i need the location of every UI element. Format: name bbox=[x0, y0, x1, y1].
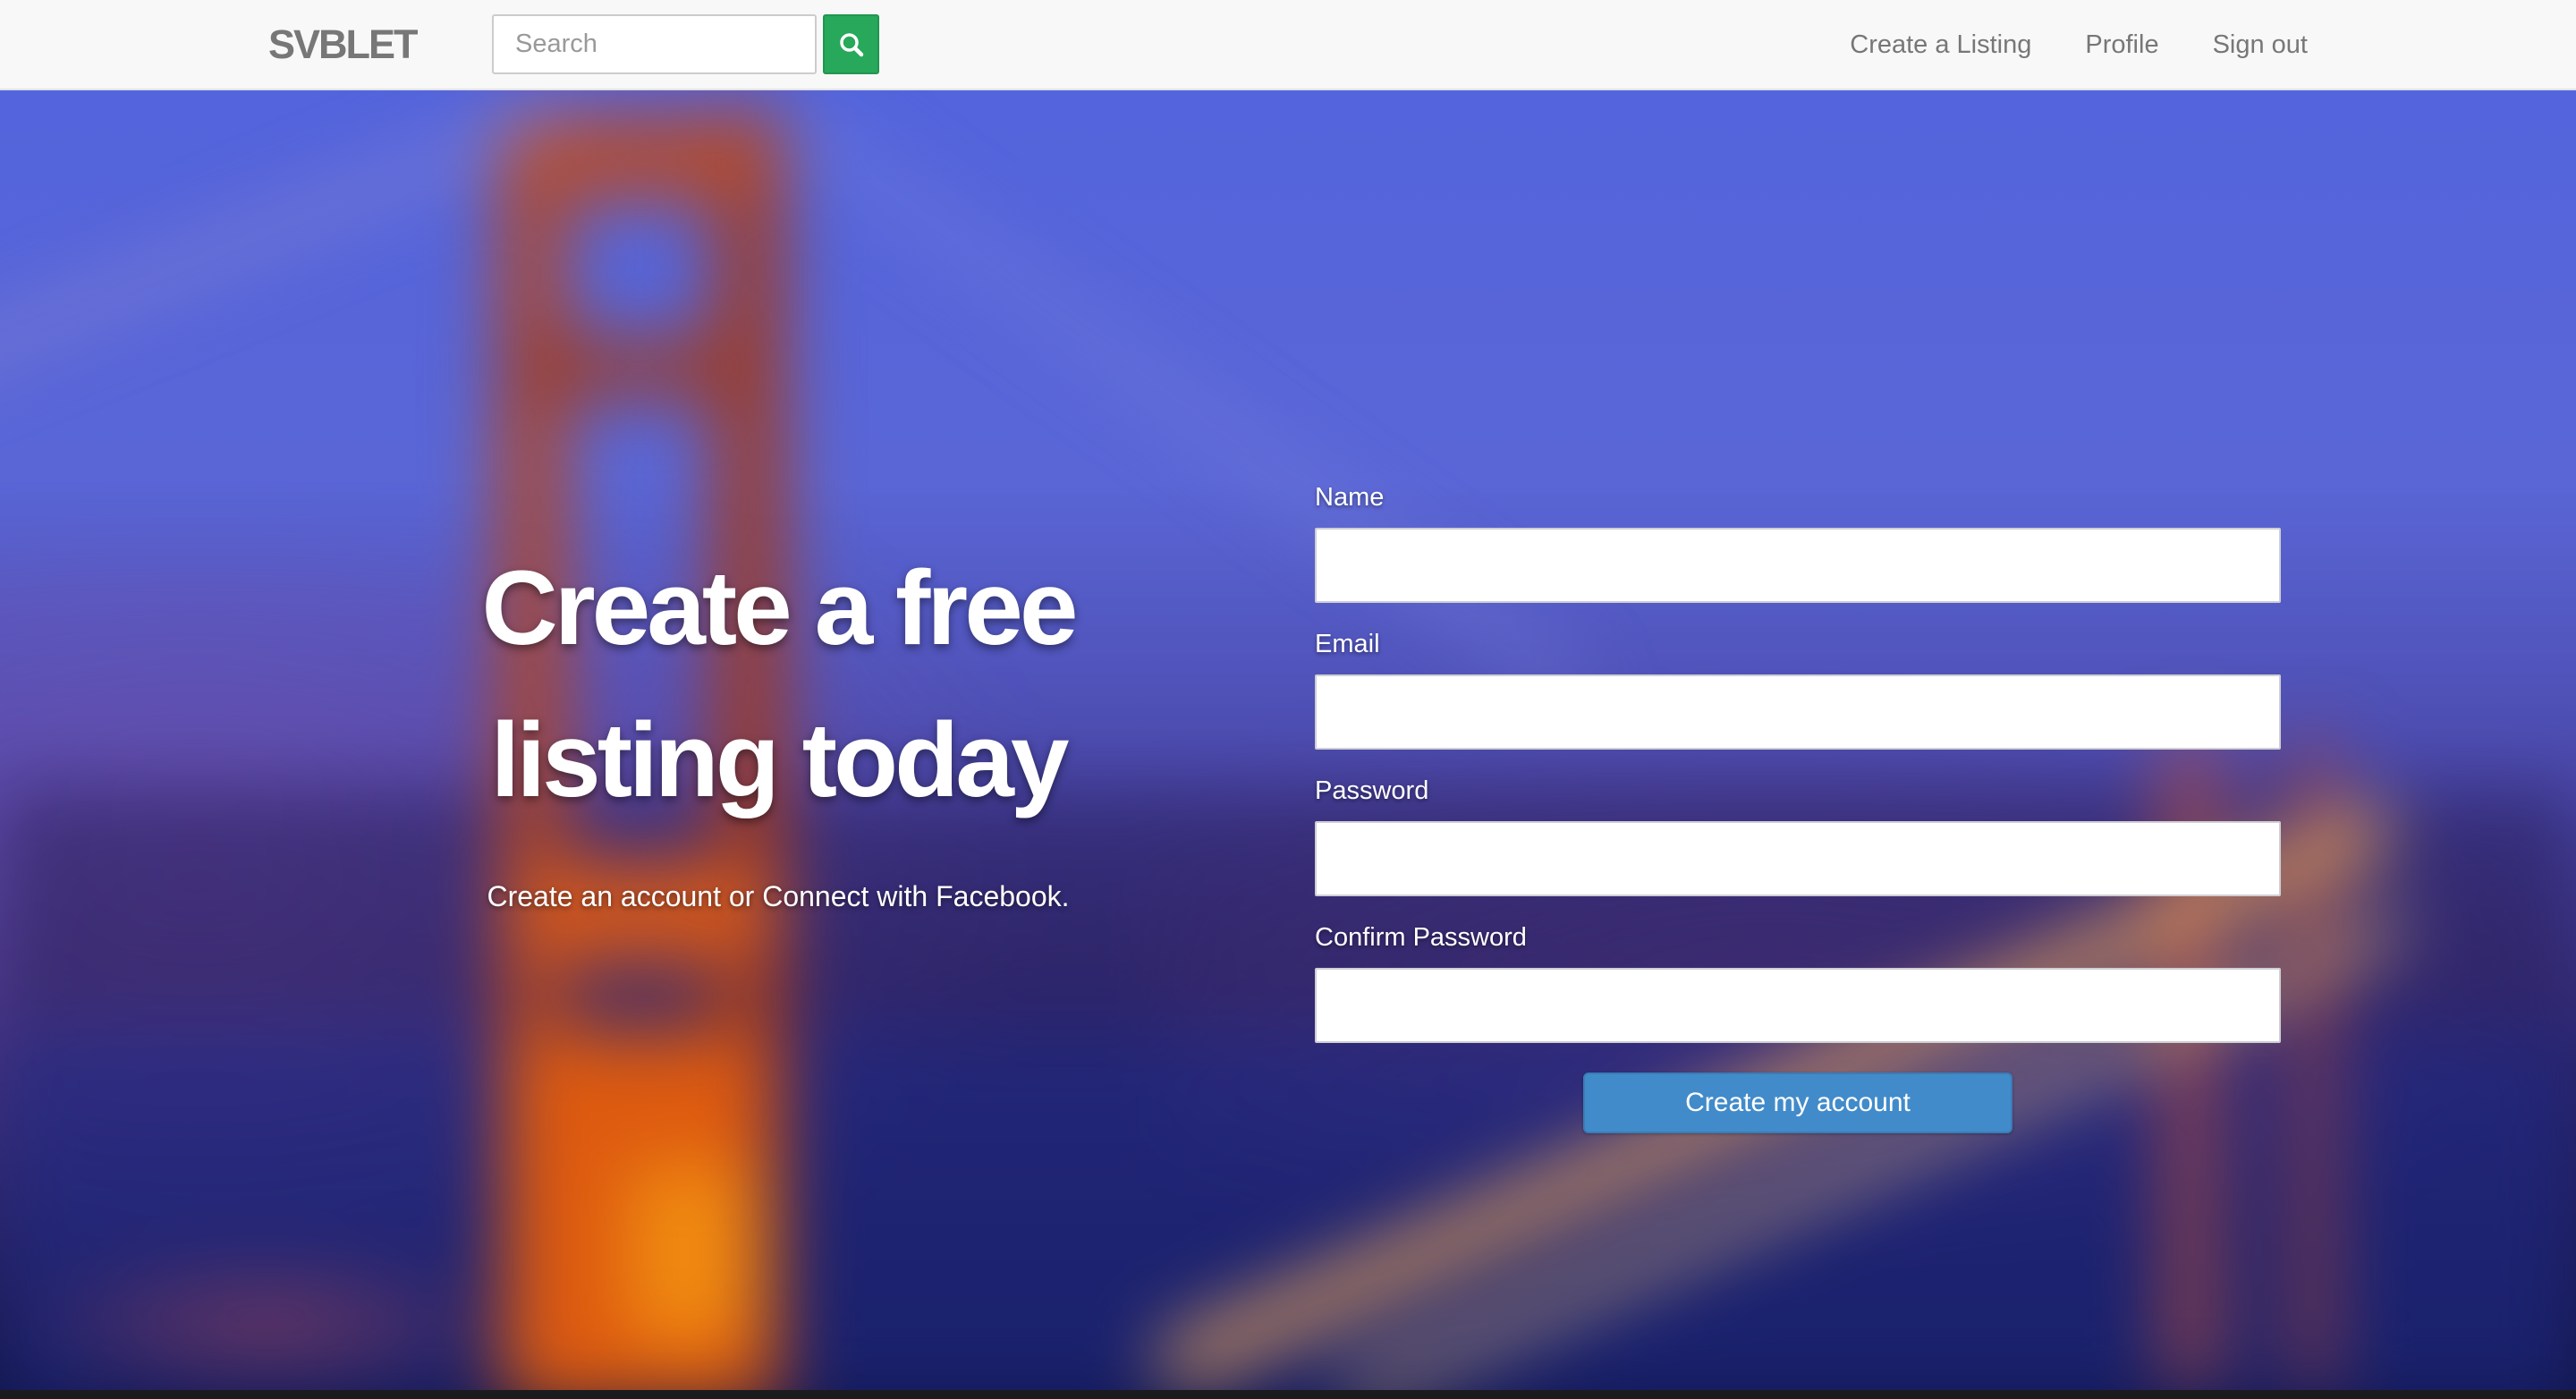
create-account-button[interactable]: Create my account bbox=[1583, 1073, 2012, 1133]
nav-link-create-listing[interactable]: Create a Listing bbox=[1850, 30, 2031, 60]
navbar: SVBLET Create a Listing Profile Sign out bbox=[0, 0, 2576, 90]
hero-headline-line-1: Create a free bbox=[481, 549, 1079, 667]
password-field[interactable] bbox=[1315, 821, 2281, 896]
brand-logo[interactable]: SVBLET bbox=[268, 24, 419, 65]
nav-link-profile[interactable]: Profile bbox=[2085, 30, 2158, 60]
confirm-password-field[interactable] bbox=[1315, 968, 2281, 1043]
email-label: Email bbox=[1315, 630, 1380, 658]
confirm-password-label: Confirm Password bbox=[1315, 923, 1527, 952]
name-label: Name bbox=[1315, 483, 1385, 512]
hero-headline: Create a free listing today bbox=[358, 532, 1199, 836]
hero-subtext: Create an account or Connect with Facebo… bbox=[487, 880, 1070, 912]
nav-links: Create a Listing Profile Sign out bbox=[1850, 0, 2308, 90]
search-icon bbox=[839, 32, 863, 56]
nav-link-sign-out[interactable]: Sign out bbox=[2213, 30, 2308, 60]
hero-headline-line-2: listing today bbox=[490, 701, 1070, 819]
search-input[interactable] bbox=[492, 14, 817, 74]
name-field[interactable] bbox=[1315, 528, 2281, 603]
search-button[interactable] bbox=[823, 14, 879, 74]
password-label: Password bbox=[1315, 776, 1429, 805]
bottom-edge bbox=[0, 1390, 2576, 1399]
email-field[interactable] bbox=[1315, 674, 2281, 750]
